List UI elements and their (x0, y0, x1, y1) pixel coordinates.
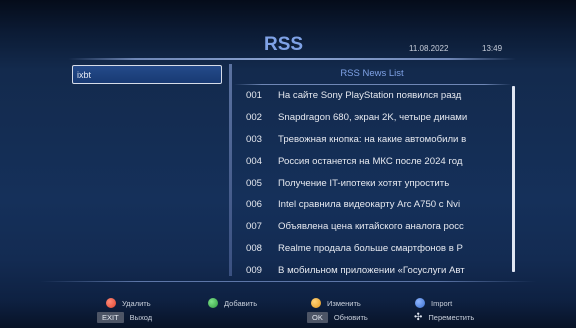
news-row-title: Intel сравнила видеокарту Arc A750 с Nvi (278, 199, 461, 211)
news-row-number: 005 (246, 177, 263, 189)
news-row[interactable]: 006 Intel сравнила видеокарту Arc A750 с … (234, 194, 506, 216)
move-label: Переместить (428, 313, 475, 322)
news-row-number: 008 (246, 242, 263, 254)
news-row-title: На сайте Sony PlayStation появился разд (278, 90, 462, 102)
scrollbar-thumb[interactable] (512, 86, 515, 272)
add-label: Добавить (224, 298, 258, 308)
news-row-number: 001 (246, 90, 263, 102)
green-dot-icon (208, 298, 218, 308)
yellow-dot-icon (311, 298, 321, 308)
news-rows: 001 На сайте Sony PlayStation появился ра… (234, 85, 506, 281)
exit-label: Выход (129, 313, 153, 322)
import-hint[interactable]: Import (415, 298, 452, 308)
news-row[interactable]: 004 Россия останется на МКС после 2024 го… (234, 150, 506, 172)
news-row[interactable]: 001 На сайте Sony PlayStation появился ра… (234, 85, 506, 107)
news-row-number: 002 (246, 112, 263, 124)
news-row-number: 006 (246, 199, 263, 211)
news-row-title: Snapdragon 680, экран 2K, четыре динами (278, 112, 468, 124)
news-row-title: Россия останется на МКС после 2024 год (278, 155, 463, 167)
header-divider (68, 58, 516, 60)
refresh-hint[interactable]: OK Обновить (307, 312, 368, 323)
page-title: RSS (264, 34, 304, 55)
panel-divider (229, 64, 232, 276)
news-row[interactable]: 007 Объявлена цена китайского аналога рос… (234, 216, 506, 238)
ok-key: OK (307, 312, 328, 323)
news-row[interactable]: 005 Получение IT-ипотеки хотят упростить (234, 172, 506, 194)
footer-divider (40, 281, 536, 282)
delete-label: Удалить (122, 298, 151, 308)
refresh-label: Обновить (333, 313, 368, 322)
red-dot-icon (106, 298, 116, 308)
news-list-panel: RSS News List 001 На сайте Sony PlayStati… (234, 64, 518, 276)
move-arrows-icon: ✣ (414, 312, 423, 323)
news-row-title: Объявлена цена китайского аналога росс (278, 221, 464, 233)
import-label: Import (431, 298, 453, 308)
edit-label: Изменить (327, 298, 361, 308)
news-row-number: 007 (246, 221, 263, 233)
news-row-number: 004 (246, 155, 263, 167)
exit-key: EXIT (97, 312, 124, 323)
news-row-title: В мобильном приложении «Госуслуги Авт (278, 264, 465, 276)
news-row-title: Тревожная кнопка: на какие автомобили в (278, 133, 467, 145)
blue-dot-icon (415, 298, 425, 308)
news-row[interactable]: 002 Snapdragon 680, экран 2K, четыре дина… (234, 107, 506, 129)
news-row-number: 003 (246, 133, 263, 145)
news-row[interactable]: 009 В мобильном приложении «Госуслуги Авт (234, 259, 506, 281)
exit-hint[interactable]: EXIT Выход (97, 312, 152, 323)
news-row[interactable]: 008 Realme продала больше смартфонов в Р (234, 238, 506, 260)
feed-item-selected[interactable]: ixbt (72, 65, 222, 84)
news-scrollbar[interactable] (512, 86, 515, 272)
news-row[interactable]: 003 Тревожная кнопка: на какие автомобили… (234, 129, 506, 151)
news-list-title: RSS News List (340, 68, 404, 79)
delete-hint[interactable]: Удалить (106, 298, 151, 308)
edit-hint[interactable]: Изменить (311, 298, 361, 308)
news-row-title: Получение IT-ипотеки хотят упростить (278, 177, 450, 189)
feed-list-panel: ixbt (70, 64, 225, 276)
add-hint[interactable]: Добавить (208, 298, 257, 308)
move-hint[interactable]: ✣ Переместить (414, 312, 474, 323)
date-display: 11.08.2022 (409, 44, 449, 53)
news-row-number: 009 (246, 264, 263, 276)
time-display: 13:49 (482, 44, 503, 53)
news-row-title: Realme продала больше смартфонов в Р (278, 242, 463, 254)
